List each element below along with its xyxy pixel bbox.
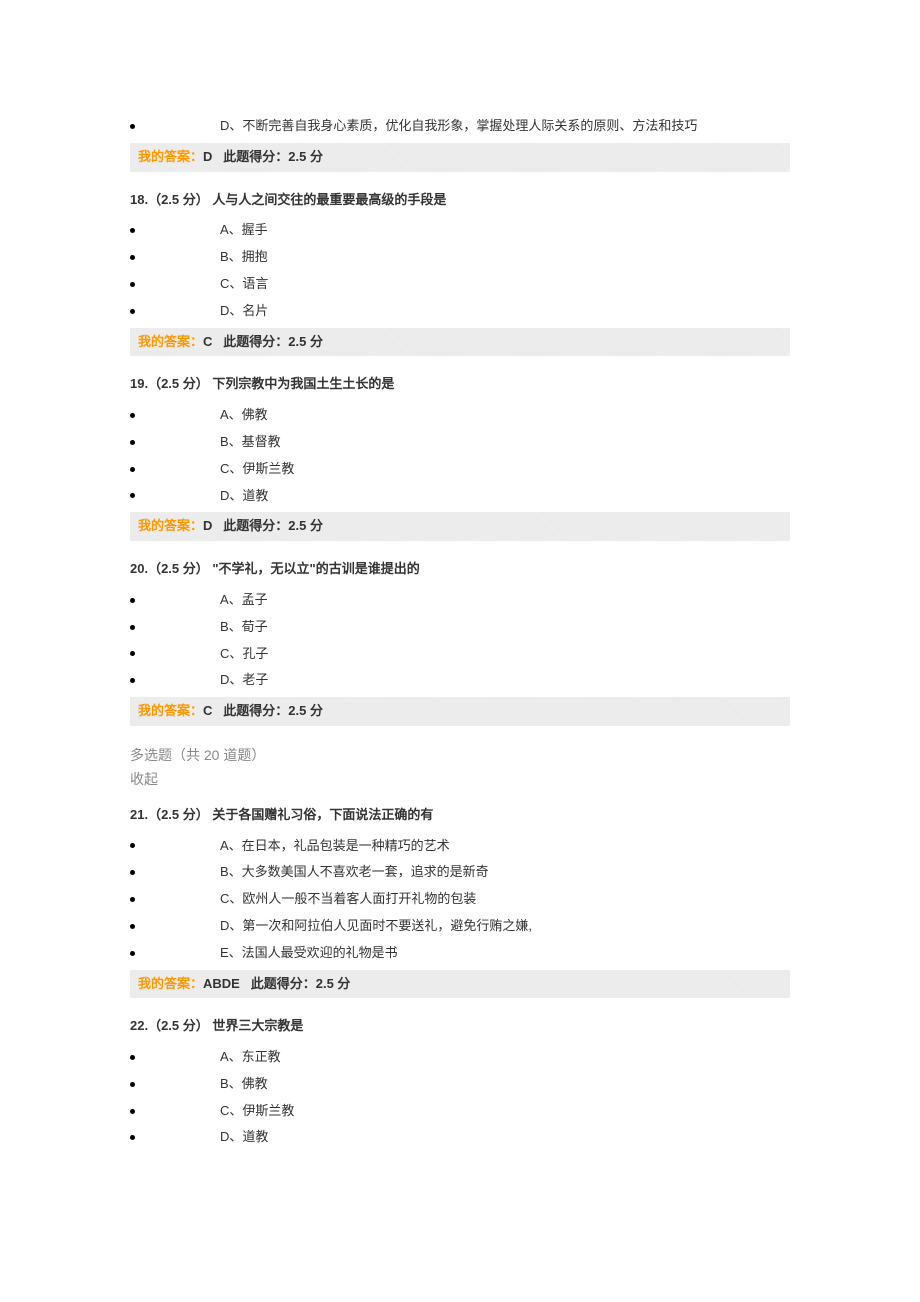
question-title: 21.（2.5 分） 关于各国赠礼习俗，下面说法正确的有 [130,805,790,826]
answer-label: 我的答案： [138,976,203,991]
option-text: D、道教 [220,1127,268,1148]
answer-value: D [203,518,212,533]
option-row: A、在日本，礼品包装是一种精巧的艺术 [130,836,790,857]
option-text: A、孟子 [220,590,268,611]
score-text: 此题得分：2.5 分 [216,703,323,718]
bullet-icon [130,678,135,683]
bullet-icon [130,1109,135,1114]
score-text: 此题得分：2.5 分 [216,518,323,533]
answer-bar: 我的答案：D 此题得分：2.5 分 [130,143,790,172]
bullet-icon [130,843,135,848]
option-text: C、欧州人一般不当着客人面打开礼物的包装 [220,889,476,910]
answer-bar: 我的答案：D 此题得分：2.5 分 [130,512,790,541]
option-text: B、荀子 [220,617,268,638]
option-text: B、佛教 [220,1074,268,1095]
option-text: A、东正教 [220,1047,281,1068]
question-title: 20.（2.5 分） "不学礼，无以立"的古训是谁提出的 [130,559,790,580]
answer-value: C [203,703,212,718]
option-row: C、语言 [130,274,790,295]
score-text: 此题得分：2.5 分 [216,334,323,349]
bullet-icon [130,1135,135,1140]
bullet-icon [130,951,135,956]
answer-label: 我的答案： [138,334,203,349]
bullet-icon [130,870,135,875]
bullet-icon [130,924,135,929]
question-title: 19.（2.5 分） 下列宗教中为我国土生土长的是 [130,374,790,395]
answer-label: 我的答案： [138,703,203,718]
option-text: A、握手 [220,220,268,241]
option-row: B、荀子 [130,617,790,638]
answer-value: D [203,149,212,164]
bullet-icon [130,124,135,129]
option-text: B、基督教 [220,432,281,453]
option-row: B、大多数美国人不喜欢老一套，追求的是新奇 [130,862,790,883]
section-title: 多选题（共 20 道题） [130,744,790,766]
option-row: B、基督教 [130,432,790,453]
option-row: D、不断完善自我身心素质，优化自我形象，掌握处理人际关系的原则、方法和技巧 [130,116,790,137]
option-row: D、名片 [130,301,790,322]
option-row: D、第一次和阿拉伯人见面时不要送礼，避免行贿之嫌, [130,916,790,937]
bullet-icon [130,493,135,498]
option-text: A、在日本，礼品包装是一种精巧的艺术 [220,836,450,857]
option-text: C、语言 [220,274,268,295]
option-row: A、握手 [130,220,790,241]
score-text: 此题得分：2.5 分 [243,976,350,991]
option-text: D、不断完善自我身心素质，优化自我形象，掌握处理人际关系的原则、方法和技巧 [220,116,697,137]
bullet-icon [130,255,135,260]
answer-bar: 我的答案：ABDE 此题得分：2.5 分 [130,970,790,999]
bullet-icon [130,598,135,603]
bullet-icon [130,625,135,630]
option-row: C、孔子 [130,644,790,665]
option-row: A、孟子 [130,590,790,611]
bullet-icon [130,228,135,233]
option-text: D、老子 [220,670,268,691]
bullet-icon [130,467,135,472]
option-row: D、道教 [130,1127,790,1148]
option-row: A、东正教 [130,1047,790,1068]
option-row: A、佛教 [130,405,790,426]
option-text: D、第一次和阿拉伯人见面时不要送礼，避免行贿之嫌, [220,916,532,937]
bullet-icon [130,309,135,314]
option-text: C、伊斯兰教 [220,459,294,480]
option-row: E、法国人最受欢迎的礼物是书 [130,943,790,964]
collapse-toggle[interactable]: 收起 [130,768,790,790]
option-text: D、名片 [220,301,268,322]
option-row: B、拥抱 [130,247,790,268]
answer-value: C [203,334,212,349]
score-text: 此题得分：2.5 分 [216,149,323,164]
option-row: C、伊斯兰教 [130,459,790,480]
option-text: B、拥抱 [220,247,268,268]
answer-bar: 我的答案：C 此题得分：2.5 分 [130,328,790,357]
option-text: C、伊斯兰教 [220,1101,294,1122]
answer-label: 我的答案： [138,149,203,164]
bullet-icon [130,413,135,418]
bullet-icon [130,1082,135,1087]
question-title: 22.（2.5 分） 世界三大宗教是 [130,1016,790,1037]
option-row: D、道教 [130,486,790,507]
option-row: C、欧州人一般不当着客人面打开礼物的包装 [130,889,790,910]
bullet-icon [130,1055,135,1060]
question-title: 18.（2.5 分） 人与人之间交往的最重要最高级的手段是 [130,190,790,211]
option-text: E、法国人最受欢迎的礼物是书 [220,943,398,964]
option-text: B、大多数美国人不喜欢老一套，追求的是新奇 [220,862,489,883]
option-text: C、孔子 [220,644,268,665]
option-text: D、道教 [220,486,268,507]
option-row: B、佛教 [130,1074,790,1095]
bullet-icon [130,897,135,902]
option-row: C、伊斯兰教 [130,1101,790,1122]
bullet-icon [130,651,135,656]
bullet-icon [130,440,135,445]
answer-value: ABDE [203,976,240,991]
option-text: A、佛教 [220,405,268,426]
answer-bar: 我的答案：C 此题得分：2.5 分 [130,697,790,726]
answer-label: 我的答案： [138,518,203,533]
option-row: D、老子 [130,670,790,691]
bullet-icon [130,282,135,287]
